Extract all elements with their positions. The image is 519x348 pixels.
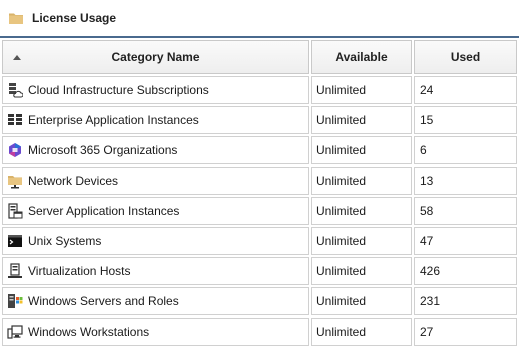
used-value: 13 xyxy=(420,173,434,188)
available-cell[interactable]: Unlimited xyxy=(311,287,412,316)
table-row[interactable]: Cloud Infrastructure Subscriptions Unlimi… xyxy=(0,76,519,104)
used-cell[interactable]: 27 xyxy=(414,317,517,346)
available-cell[interactable]: Unlimited xyxy=(311,196,412,225)
windows-server-icon xyxy=(7,293,23,309)
folder-icon xyxy=(9,12,23,24)
used-value: 58 xyxy=(420,203,434,218)
table-row[interactable]: Network Devices Unlimited 13 xyxy=(0,166,519,195)
category-cell[interactable]: Microsoft 365 Organizations xyxy=(2,136,309,165)
table-row[interactable]: Enterprise Application Instances Unlimite… xyxy=(0,106,519,135)
used-value: 6 xyxy=(420,143,427,158)
used-cell[interactable]: 426 xyxy=(414,257,517,286)
available-cell[interactable]: Unlimited xyxy=(311,317,412,346)
network-folder-icon xyxy=(7,173,23,189)
category-name: Cloud Infrastructure Subscriptions xyxy=(28,83,209,97)
panel-title: License Usage xyxy=(32,11,117,25)
available-cell[interactable]: Unlimited xyxy=(311,166,412,195)
used-value: 426 xyxy=(420,264,441,279)
category-name: Virtualization Hosts xyxy=(28,264,131,279)
available-value: Unlimited xyxy=(316,203,367,218)
used-cell[interactable]: 13 xyxy=(414,166,517,195)
microsoft-365-icon xyxy=(7,142,23,158)
used-cell[interactable]: 231 xyxy=(414,287,517,316)
panel-header: License Usage xyxy=(0,0,519,38)
table-row[interactable]: Unix Systems Unlimited 47 xyxy=(0,227,519,255)
used-value: 15 xyxy=(420,113,434,128)
column-header-category-label: Category Name xyxy=(111,50,200,64)
terminal-icon xyxy=(7,233,23,249)
cloud-server-icon xyxy=(7,82,23,98)
column-header-available-label: Available xyxy=(335,50,388,64)
available-cell[interactable]: Unlimited xyxy=(311,136,412,165)
available-cell[interactable]: Unlimited xyxy=(311,76,412,104)
table-row[interactable]: Virtualization Hosts Unlimited 426 xyxy=(0,257,519,286)
category-cell[interactable]: Windows Workstations xyxy=(2,317,309,346)
table-row[interactable]: Microsoft 365 Organizations Unlimited 6 xyxy=(0,136,519,165)
available-value: Unlimited xyxy=(316,324,367,339)
category-cell[interactable]: Enterprise Application Instances xyxy=(2,106,309,135)
license-grid: Category Name Available Used Cloud Infra… xyxy=(0,40,519,348)
available-cell[interactable]: Unlimited xyxy=(311,106,412,135)
table-row[interactable]: Server Application Instances Unlimited 58 xyxy=(0,196,519,225)
server-app-icon xyxy=(7,203,23,219)
category-cell[interactable]: Unix Systems xyxy=(2,227,309,255)
available-value: Unlimited xyxy=(316,294,367,309)
category-name: Server Application Instances xyxy=(28,203,180,218)
column-header-category[interactable]: Category Name xyxy=(2,40,309,74)
category-name: Unix Systems xyxy=(28,234,102,248)
category-cell[interactable]: Server Application Instances xyxy=(2,196,309,225)
category-cell[interactable]: Network Devices xyxy=(2,166,309,195)
category-cell[interactable]: Windows Servers and Roles xyxy=(2,287,309,316)
used-value: 231 xyxy=(420,294,441,309)
available-value: Unlimited xyxy=(316,143,367,158)
available-value: Unlimited xyxy=(316,113,367,128)
table-row[interactable]: Windows Servers and Roles Unlimited 231 xyxy=(0,287,519,316)
workstation-icon xyxy=(7,324,23,340)
sort-ascending-icon xyxy=(13,55,21,60)
category-name: Microsoft 365 Organizations xyxy=(28,143,178,158)
category-cell[interactable]: Cloud Infrastructure Subscriptions xyxy=(2,76,309,104)
column-header-used-label: Used xyxy=(450,50,481,64)
server-stack-icon xyxy=(7,112,23,128)
category-name: Network Devices xyxy=(28,173,119,188)
used-cell[interactable]: 6 xyxy=(414,136,517,165)
grid-header: Category Name Available Used xyxy=(0,40,519,74)
used-value: 47 xyxy=(420,234,434,248)
available-cell[interactable]: Unlimited xyxy=(311,227,412,255)
available-value: Unlimited xyxy=(316,234,367,248)
available-value: Unlimited xyxy=(316,264,367,279)
category-cell[interactable]: Virtualization Hosts xyxy=(2,257,309,286)
used-cell[interactable]: 47 xyxy=(414,227,517,255)
used-cell[interactable]: 24 xyxy=(414,76,517,104)
category-name: Windows Servers and Roles xyxy=(28,294,179,309)
available-value: Unlimited xyxy=(316,173,367,188)
used-value: 24 xyxy=(420,83,434,97)
category-name: Windows Workstations xyxy=(28,324,150,339)
used-cell[interactable]: 15 xyxy=(414,106,517,135)
column-header-used[interactable]: Used xyxy=(414,40,517,74)
available-value: Unlimited xyxy=(316,83,367,97)
available-cell[interactable]: Unlimited xyxy=(311,257,412,286)
category-name: Enterprise Application Instances xyxy=(28,113,199,128)
used-value: 27 xyxy=(420,324,434,339)
column-header-available[interactable]: Available xyxy=(311,40,412,74)
table-row[interactable]: Windows Workstations Unlimited 27 xyxy=(0,317,519,346)
used-cell[interactable]: 58 xyxy=(414,196,517,225)
virtualization-host-icon xyxy=(7,263,23,279)
